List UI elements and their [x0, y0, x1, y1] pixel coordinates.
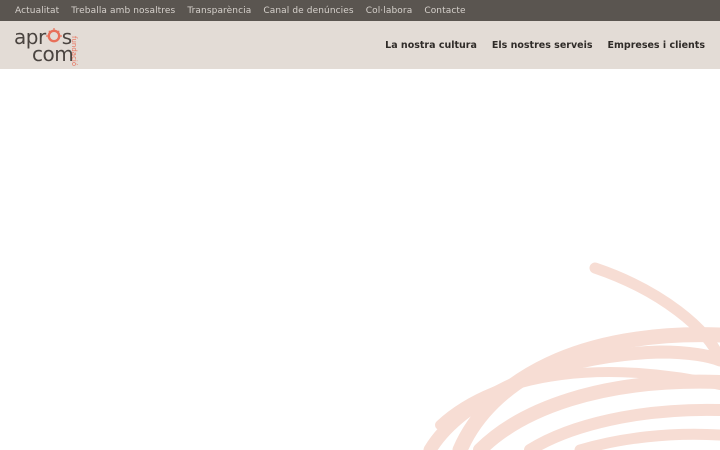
site-logo[interactable]: apr s com fundació: [14, 24, 84, 66]
topbar-link-contacte[interactable]: Contacte: [424, 6, 465, 16]
topbar-link-canal-denuncies[interactable]: Canal de denúncies: [263, 6, 353, 16]
logo-text-fundacio: fundació: [70, 36, 78, 67]
nav-item-empreses-i-clients[interactable]: Empreses i clients: [608, 40, 706, 51]
topbar-link-collabora[interactable]: Col·labora: [366, 6, 413, 16]
main-navigation: La nostra cultura Els nostres serveis Em…: [370, 40, 705, 51]
main-header: apr s com fundació La nostra cultura Els…: [0, 21, 720, 69]
topbar-link-actualitat[interactable]: Actualitat: [15, 6, 59, 16]
topbar-link-treballa[interactable]: Treballa amb nosaltres: [71, 6, 175, 16]
top-utility-bar: Actualitat Treballa amb nosaltres Transp…: [0, 0, 720, 21]
decorative-swirl-graphic: [423, 262, 720, 450]
topbar-link-transparencia[interactable]: Transparència: [187, 6, 251, 16]
nav-item-la-nostra-cultura[interactable]: La nostra cultura: [385, 40, 477, 51]
nav-item-els-nostres-serveis[interactable]: Els nostres serveis: [492, 40, 593, 51]
logo-text-com: com: [32, 42, 74, 66]
